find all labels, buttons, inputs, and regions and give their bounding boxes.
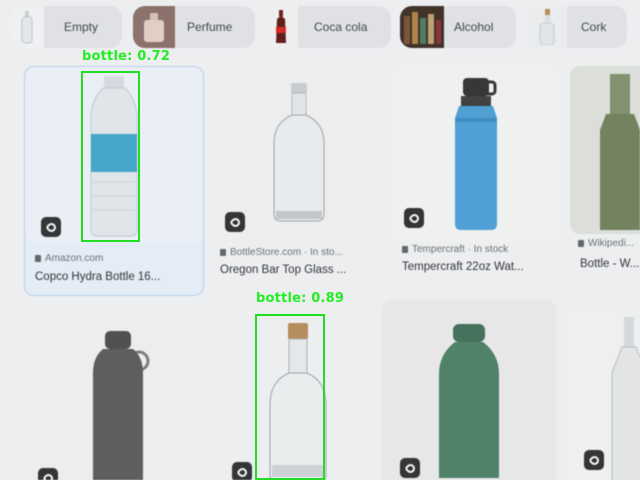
cola-bottle-icon <box>264 6 298 48</box>
chip-label: Alcohol <box>454 20 494 34</box>
detection-label-1: bottle: 0.72 <box>82 49 171 64</box>
result-title[interactable]: Copco Hydra Bottle 16... <box>35 271 160 283</box>
site-favicon-icon <box>35 255 41 262</box>
result-title[interactable]: Tempercraft 22oz Wat... <box>402 261 524 273</box>
lens-badge-icon <box>404 208 424 228</box>
result-card-grey-bottle[interactable] <box>30 312 206 480</box>
result-card-green-bottle[interactable] <box>382 300 556 480</box>
result-card-tempercraft[interactable]: Tempercraft · In stock Tempercraft 22oz … <box>392 66 560 290</box>
chip-empty[interactable]: Empty <box>10 6 122 48</box>
chip-label: Cork <box>581 20 607 34</box>
result-image <box>382 300 556 480</box>
chip-label: Empty <box>64 20 99 34</box>
site-favicon-icon <box>402 246 408 253</box>
chip-perfume[interactable]: Perfume <box>133 6 255 48</box>
result-source: BottleStore.com · In sto... <box>220 247 343 258</box>
perfume-bottle-photo <box>133 6 175 48</box>
clear-bottle-icon <box>10 6 44 48</box>
chip-label: Perfume <box>187 20 233 34</box>
lens-badge-icon <box>41 217 61 237</box>
detection-box-1 <box>81 71 140 242</box>
result-source: Tempercraft · In stock <box>402 244 508 255</box>
chip-cork[interactable]: Cork <box>527 6 627 48</box>
result-title[interactable]: Bottle - W... <box>580 258 639 270</box>
result-source: Amazon.com <box>35 253 103 264</box>
lens-badge-icon <box>38 468 58 480</box>
chip-label: Coca cola <box>314 20 368 34</box>
chip-coca-cola[interactable]: Coca cola <box>264 6 391 48</box>
detection-box-2 <box>255 314 325 480</box>
corked-bottle-icon <box>527 6 567 48</box>
result-image <box>570 66 640 234</box>
liquor-shelf-photo <box>400 6 444 48</box>
lens-badge-icon <box>225 212 245 232</box>
detection-label-2: bottle: 0.89 <box>256 291 345 306</box>
result-card-oregon[interactable]: BottleStore.com · In sto... Oregon Bar T… <box>215 66 383 290</box>
related-search-chips: Empty Perfume Coca cola Alcohol Cork <box>0 0 640 56</box>
result-source: Wikipedi... <box>578 238 634 249</box>
result-card-wikipedia[interactable]: Wikipedi... Bottle - W... <box>570 66 640 290</box>
lens-badge-icon <box>584 450 604 470</box>
lens-badge-icon <box>232 462 252 480</box>
lens-badge-icon <box>400 458 420 478</box>
result-card-partial[interactable] <box>566 306 640 480</box>
site-favicon-icon <box>220 249 226 256</box>
result-image <box>30 312 206 480</box>
chip-alcohol[interactable]: Alcohol <box>400 6 516 48</box>
result-title[interactable]: Oregon Bar Top Glass ... <box>220 264 346 276</box>
site-favicon-icon <box>578 240 584 247</box>
